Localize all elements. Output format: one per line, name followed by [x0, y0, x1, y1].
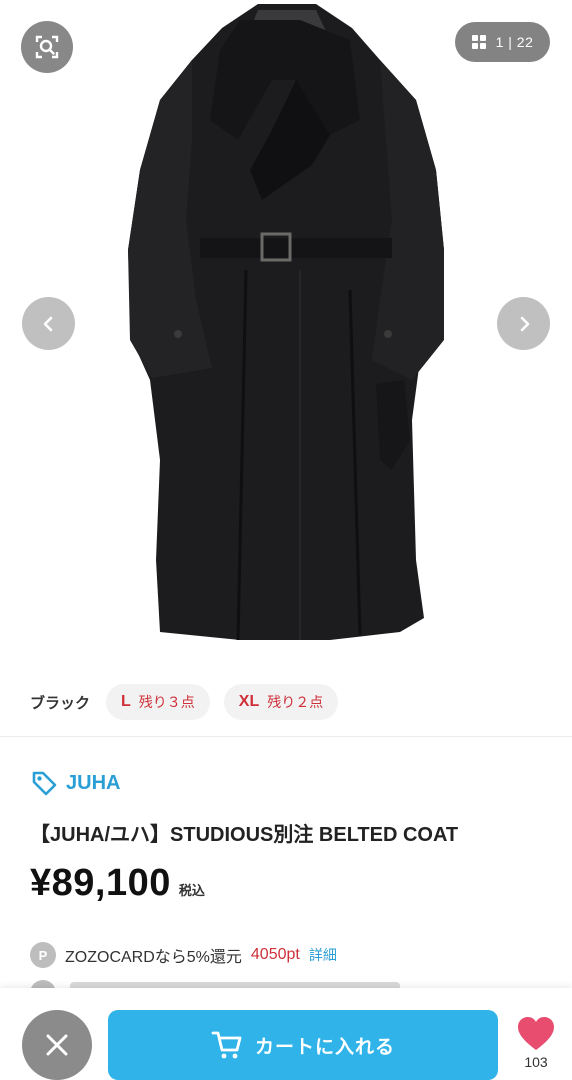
- points-row: P ZOZOCARDなら5%還元 4050pt 詳細: [30, 940, 337, 970]
- size-chip-l[interactable]: L 残り３点: [106, 684, 210, 720]
- points-text: ZOZOCARDなら5%還元: [65, 949, 242, 966]
- variant-selector: ブラック L 残り３点 XL 残り２点: [0, 680, 572, 724]
- previous-image-button[interactable]: [22, 297, 75, 350]
- product-title: 【JUHA/ユハ】STUDIOUS別注 BELTED COAT: [30, 824, 459, 846]
- grid-icon: [471, 35, 486, 49]
- chevron-right-icon: [520, 316, 529, 331]
- favorite-button[interactable]: 103: [512, 1016, 560, 1076]
- points-value: 4050pt: [250, 946, 300, 963]
- chevron-left-icon: [43, 316, 52, 331]
- stock-label: 残り３点: [138, 694, 195, 710]
- product-image-gallery[interactable]: 1 | 22: [0, 0, 572, 665]
- price-row: ¥89,100 税込: [30, 862, 205, 905]
- close-button[interactable]: [22, 1010, 92, 1080]
- size-chip-xl[interactable]: XL 残り２点: [223, 684, 339, 720]
- stock-label: 残り２点: [267, 694, 324, 710]
- cart-icon: [211, 1031, 242, 1059]
- points-icon: P: [30, 942, 56, 968]
- section-divider: [0, 736, 572, 737]
- bottom-action-bar: カートに入れる 103: [0, 988, 572, 1080]
- size-label: L: [121, 693, 131, 710]
- image-counter-text: 1 | 22: [495, 34, 534, 50]
- brand-link[interactable]: JUHA: [30, 766, 120, 800]
- add-to-cart-button[interactable]: カートに入れる: [108, 1010, 498, 1080]
- heart-icon: [518, 1017, 554, 1050]
- tax-label: 税込: [178, 883, 205, 898]
- image-counter[interactable]: 1 | 22: [455, 22, 550, 62]
- product-image: [128, 4, 444, 641]
- brand-name: JUHA: [66, 771, 121, 794]
- size-label: XL: [238, 693, 260, 710]
- product-price: ¥89,100: [30, 862, 171, 904]
- favorite-count: 103: [524, 1054, 548, 1070]
- close-icon: [46, 1034, 68, 1056]
- next-image-button[interactable]: [497, 297, 550, 350]
- add-to-cart-label: カートに入れる: [254, 1036, 395, 1058]
- points-detail-link[interactable]: 詳細: [309, 945, 337, 965]
- color-label: ブラック: [30, 694, 91, 712]
- image-search-icon: [35, 35, 59, 59]
- tag-icon: [32, 771, 57, 796]
- image-search-button[interactable]: [21, 21, 73, 73]
